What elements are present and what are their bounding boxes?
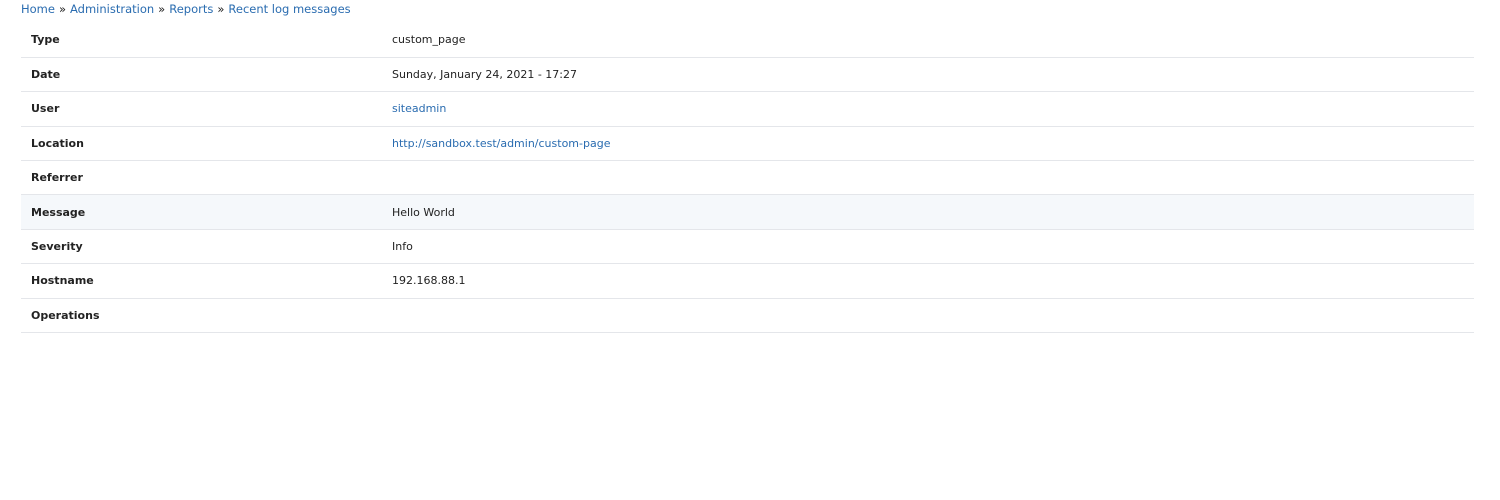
breadcrumb-reports-link[interactable]: Reports: [169, 2, 213, 16]
breadcrumb-home-link[interactable]: Home: [21, 2, 55, 16]
operations-label: Operations: [31, 308, 100, 322]
details-row-type: Type custom_page: [21, 23, 1474, 58]
referrer-label: Referrer: [31, 171, 83, 185]
user-label: User: [31, 102, 60, 116]
user-cell: siteadmin: [392, 92, 1474, 126]
severity-value: Info: [392, 240, 413, 254]
breadcrumb: Home» Administration» Reports» Recent log m…: [21, 1, 351, 17]
type-label: Type: [31, 33, 60, 47]
log-message-details-page: Home» Administration» Reports» Recent log m…: [0, 0, 1500, 500]
location-cell: http://sandbox.test/admin/custom-page: [392, 126, 1474, 160]
details-row-message: Message Hello World: [21, 194, 1474, 230]
operations-value: [392, 298, 1474, 332]
referrer-value: [392, 161, 1474, 195]
log-details-table: Type custom_page Date Sunday, January 24…: [21, 23, 1474, 333]
location-label: Location: [31, 136, 84, 150]
breadcrumb-separator: »: [158, 2, 166, 16]
severity-label: Severity: [31, 240, 83, 254]
details-row-hostname: Hostname 192.168.88.1: [21, 264, 1474, 299]
breadcrumb-administration-link[interactable]: Administration: [70, 2, 154, 16]
location-link[interactable]: http://sandbox.test/admin/custom-page: [392, 137, 610, 150]
date-value: Sunday, January 24, 2021 - 17:27: [392, 68, 577, 82]
details-row-referrer: Referrer: [21, 161, 1474, 195]
message-label: Message: [31, 205, 86, 219]
details-row-date: Date Sunday, January 24, 2021 - 17:27: [21, 57, 1474, 92]
user-link[interactable]: siteadmin: [392, 102, 446, 115]
message-value: Hello World: [392, 205, 455, 219]
details-row-location: Location http://sandbox.test/admin/custo…: [21, 126, 1474, 161]
hostname-value: 192.168.88.1: [392, 274, 466, 288]
breadcrumb-recent-log-messages-link[interactable]: Recent log messages: [228, 2, 350, 16]
hostname-label: Hostname: [31, 274, 94, 288]
details-row-operations: Operations: [21, 298, 1474, 333]
type-value: custom_page: [392, 33, 466, 47]
details-row-user: User siteadmin: [21, 92, 1474, 127]
date-label: Date: [31, 68, 61, 82]
details-row-severity: Severity Info: [21, 229, 1474, 264]
breadcrumb-separator: »: [58, 2, 67, 16]
breadcrumb-separator: »: [217, 2, 225, 16]
